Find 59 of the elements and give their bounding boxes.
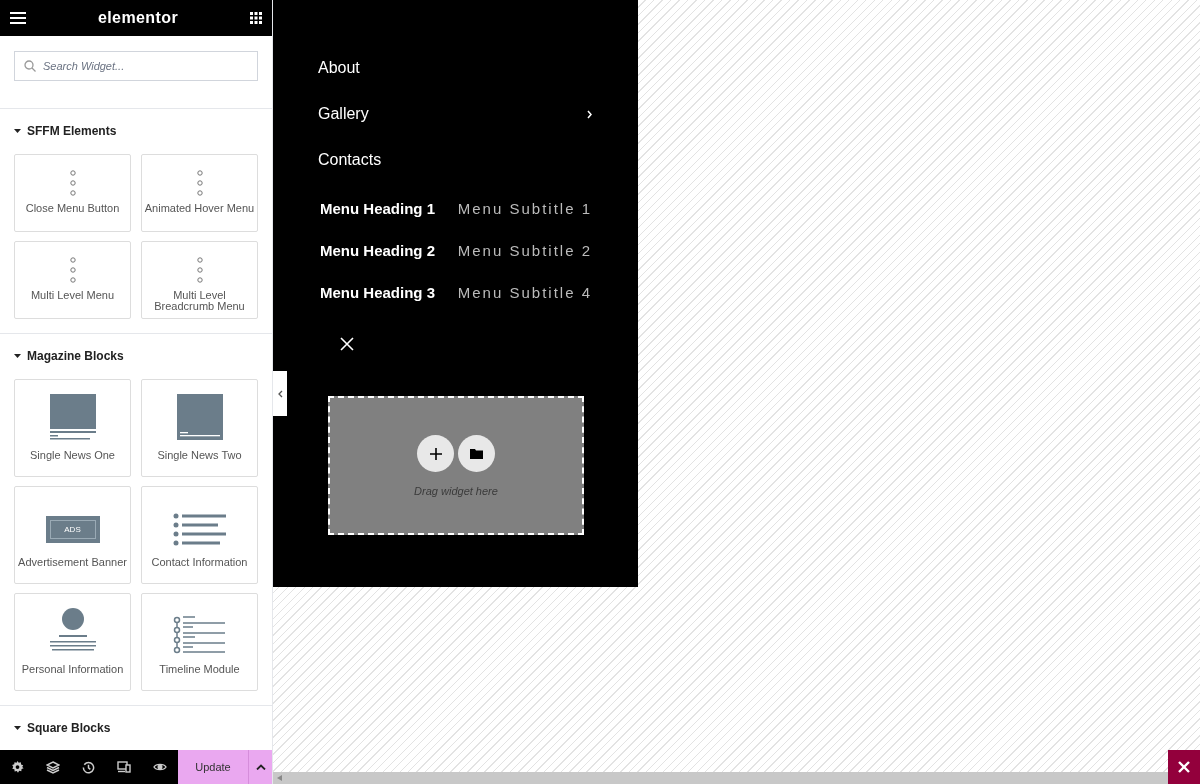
chevron-right-icon[interactable] (587, 109, 592, 119)
news-icon (48, 394, 97, 440)
timeline-icon (172, 616, 227, 654)
scrollbar[interactable] (273, 772, 1168, 784)
widget-tile[interactable]: Personal Information (14, 593, 131, 691)
drop-hint: Drag widget here (414, 484, 498, 499)
search-field[interactable]: Search Widget... (14, 51, 258, 81)
history-icon[interactable] (82, 760, 95, 774)
news-icon (175, 394, 224, 440)
widget-tile[interactable]: Multi Level Breadcrumb Menu (141, 241, 258, 319)
menu-heading: Menu Heading 1 (320, 198, 435, 219)
widget-tile[interactable]: Single News Two (141, 379, 258, 477)
person-icon (49, 608, 96, 654)
caret-up-icon (255, 764, 266, 770)
eye-icon[interactable] (153, 762, 167, 772)
category-toggle[interactable]: SFFM Elements (14, 122, 258, 140)
menu-link[interactable]: Gallery (318, 102, 592, 126)
category-toggle[interactable]: Magazine Blocks (14, 347, 258, 365)
menu-heading: Menu Heading 3 (320, 282, 435, 303)
close-icon (1178, 761, 1190, 773)
grid-icon[interactable] (250, 12, 262, 24)
menu-link[interactable]: Contacts (318, 148, 592, 172)
template-button[interactable] (458, 435, 495, 472)
caret-icon (14, 354, 21, 358)
widget-tile[interactable]: Close Menu Button (14, 154, 131, 232)
menu-subtitle: Menu Subtitle 4 (457, 282, 592, 303)
widget-tile[interactable]: Contact Information (141, 486, 258, 584)
close-icon[interactable] (340, 337, 354, 351)
widget-tile[interactable]: ADS Advertisement Banner (14, 486, 131, 584)
dots-icon (69, 170, 76, 196)
search-icon (24, 60, 36, 72)
layers-icon[interactable] (46, 760, 60, 774)
logo: elementor (97, 8, 179, 28)
menu-link[interactable]: About (318, 56, 592, 80)
settings-icon[interactable] (11, 760, 24, 774)
folder-icon (470, 448, 483, 459)
dots-icon (196, 170, 203, 196)
add-button[interactable] (417, 435, 454, 472)
responsive-icon[interactable] (117, 761, 131, 773)
plus-icon (429, 447, 442, 460)
widget-tile[interactable]: Animated Hover Menu (141, 154, 258, 232)
caret-icon (14, 726, 21, 730)
menu-subtitle: Menu Subtitle 1 (457, 198, 592, 219)
widget-tile[interactable]: Timeline Module (141, 593, 258, 691)
dots-icon (69, 257, 76, 283)
caret-icon (14, 129, 21, 133)
category-toggle[interactable]: Square Blocks (14, 719, 258, 737)
update-button[interactable]: Update (178, 750, 249, 784)
menu-heading: Menu Heading 2 (320, 240, 435, 261)
caret-button[interactable] (249, 750, 272, 784)
dots-icon (196, 257, 203, 283)
menu-subtitle: Menu Subtitle 2 (457, 240, 592, 261)
chevron-left-icon (277, 389, 283, 398)
close-button[interactable] (1168, 750, 1200, 784)
list-icon (172, 513, 227, 547)
menu-icon[interactable] (10, 12, 26, 24)
widget-tile[interactable]: Single News One (14, 379, 131, 477)
widget-tile[interactable]: Multi Level Menu (14, 241, 131, 319)
banner-icon: ADS (45, 516, 100, 543)
